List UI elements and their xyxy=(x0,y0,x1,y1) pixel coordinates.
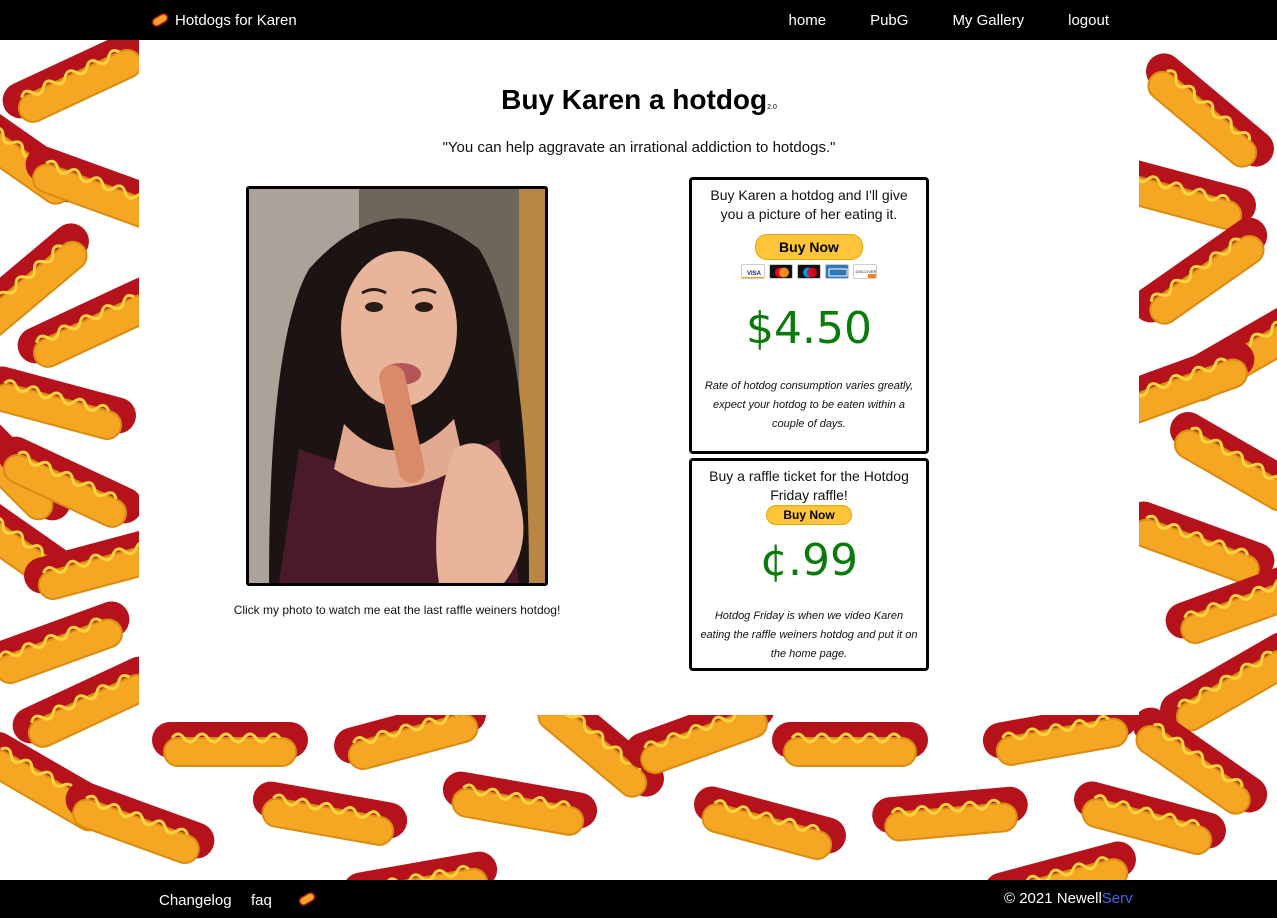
raffle-price: ¢.99 xyxy=(760,535,858,586)
payment-cards: VISA DISCOVER xyxy=(692,264,926,279)
buy-hotdog-text: Buy Karen a hotdog and I'll give you a p… xyxy=(710,187,908,222)
raffle-box: Buy a raffle ticket for the Hotdog Frida… xyxy=(689,458,929,671)
raffle-text: Buy a raffle ticket for the Hotdog Frida… xyxy=(709,468,909,503)
page-title-text: Buy Karen a hotdog xyxy=(501,84,768,115)
footer-link-changelog[interactable]: Changelog xyxy=(159,892,232,909)
brand-label: Hotdogs for Karen xyxy=(175,11,297,29)
hotdog-pattern-icon xyxy=(150,720,310,768)
hotdog-pattern-icon xyxy=(770,720,930,768)
nav-link-my-gallery[interactable]: My Gallery xyxy=(952,12,1024,29)
nav-link-home[interactable]: home xyxy=(789,12,827,29)
raffle-note: Hotdog Friday is when we video Karen eat… xyxy=(700,610,918,660)
hotdog-pattern-icon xyxy=(1157,403,1277,524)
svg-text:VISA: VISA xyxy=(747,271,762,277)
svg-text:DISCOVER: DISCOVER xyxy=(856,269,877,274)
buy-hotdog-box: Buy Karen a hotdog and I'll give you a p… xyxy=(689,177,929,454)
version-label: 2.0 xyxy=(767,104,777,111)
hotdog-pattern-icon xyxy=(1124,209,1277,338)
photo-caption: Click my photo to watch me eat the last … xyxy=(233,603,561,617)
amex-card-icon xyxy=(825,264,849,279)
hotdog-pattern-icon xyxy=(0,40,159,134)
hotdog-pattern-icon xyxy=(869,783,1032,845)
top-navbar: Hotdogs for Karen home PubG My Gallery l… xyxy=(0,0,1277,40)
copyright-accent: Serv xyxy=(1101,890,1133,907)
karen-photo xyxy=(249,189,545,583)
hotdog-note: Rate of hotdog consumption varies greatl… xyxy=(704,380,914,430)
karen-photo-link[interactable] xyxy=(246,186,548,586)
hotdog-icon xyxy=(151,13,169,27)
visa-card-icon: VISA xyxy=(741,264,765,279)
buy-now-button[interactable]: Buy Now xyxy=(755,234,863,260)
footer-link-faq[interactable]: faq xyxy=(251,892,272,909)
page-subtitle: "You can help aggravate an irrational ad… xyxy=(442,139,836,156)
hotdog-icon xyxy=(298,892,316,906)
brand-link[interactable]: Hotdogs for Karen xyxy=(151,0,297,40)
hotdog-pattern-icon xyxy=(247,777,412,851)
hotdog-price: $4.50 xyxy=(746,303,872,354)
hotdog-pattern-icon xyxy=(686,780,852,867)
discover-card-icon: DISCOVER xyxy=(853,264,877,279)
footer-hotdog-link[interactable] xyxy=(298,891,316,911)
hotdog-pattern-icon xyxy=(1132,44,1277,182)
hotdog-pattern-icon xyxy=(978,835,1144,880)
hotdog-pattern-icon xyxy=(437,767,602,841)
mastercard-card-icon xyxy=(769,264,793,279)
nav-link-logout[interactable]: logout xyxy=(1068,12,1109,29)
nav-link-pubg[interactable]: PubG xyxy=(870,12,908,29)
maestro-card-icon xyxy=(797,264,821,279)
main-content: Buy Karen a hotdog2.0 "You can help aggr… xyxy=(139,40,1139,715)
copyright: © 2021 NewellServ xyxy=(1004,890,1133,907)
nav-links: home PubG My Gallery logout xyxy=(745,0,1109,40)
hotdog-pattern-icon xyxy=(338,847,503,880)
hotdog-pattern-icon xyxy=(56,774,221,873)
copyright-text: © 2021 Newell xyxy=(1004,890,1102,907)
footer: Changelog faq © 2021 NewellServ xyxy=(0,880,1277,918)
raffle-buy-now-button[interactable]: Buy Now xyxy=(766,505,852,525)
hotdog-pattern-icon xyxy=(0,360,142,447)
page-title: Buy Karen a hotdog2.0 xyxy=(139,84,1139,116)
